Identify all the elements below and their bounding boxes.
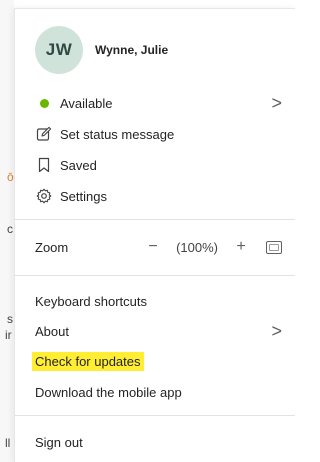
download-mobile-app-label: Download the mobile app — [35, 384, 182, 400]
status-label: Available — [60, 95, 113, 111]
settings-item[interactable]: Settings — [35, 182, 282, 210]
status-item[interactable]: Available > — [35, 89, 282, 117]
divider — [15, 275, 295, 276]
zoom-in-button[interactable]: + — [232, 238, 250, 256]
set-status-message-label: Set status message — [60, 126, 175, 142]
screenshot: ō c s ir ll JW Wynne, Julie Available > … — [0, 0, 295, 462]
status-available-icon — [35, 94, 53, 112]
about-item[interactable]: About > — [35, 317, 282, 345]
bookmark-icon — [35, 156, 53, 174]
background-text: ō — [7, 170, 14, 184]
zoom-label: Zoom — [35, 239, 69, 255]
background-text: ir — [5, 328, 12, 342]
saved-label: Saved — [60, 157, 97, 173]
profile-menu: JW Wynne, Julie Available > Set status m… — [14, 8, 295, 462]
zoom-out-button[interactable]: − — [144, 238, 162, 256]
profile-name: Wynne, Julie — [95, 43, 169, 57]
zoom-row: Zoom − (100%) + — [35, 235, 282, 259]
sign-out-item[interactable]: Sign out — [35, 428, 282, 456]
fit-to-screen-icon[interactable] — [266, 240, 282, 254]
edit-icon — [35, 125, 53, 143]
profile-header: JW Wynne, Julie — [35, 26, 168, 74]
keyboard-shortcuts-item[interactable]: Keyboard shortcuts — [35, 287, 282, 315]
settings-label: Settings — [60, 188, 107, 204]
background-text: c — [7, 222, 13, 236]
gear-icon — [35, 187, 53, 205]
check-for-updates-item[interactable]: Check for updates — [32, 347, 282, 375]
sign-out-label: Sign out — [35, 434, 83, 450]
saved-item[interactable]: Saved — [35, 151, 282, 179]
background-app-strip: ō c s ir ll — [0, 0, 14, 462]
background-text: ll — [5, 436, 11, 450]
download-mobile-app-item[interactable]: Download the mobile app — [35, 378, 282, 406]
chevron-right-icon: > — [271, 321, 282, 341]
avatar-initials: JW — [45, 40, 73, 59]
divider — [15, 415, 295, 416]
keyboard-shortcuts-label: Keyboard shortcuts — [35, 293, 148, 309]
avatar[interactable]: JW — [35, 26, 83, 74]
chevron-right-icon: > — [271, 93, 282, 113]
check-for-updates-label: Check for updates — [32, 351, 144, 371]
about-label: About — [35, 323, 69, 339]
set-status-message-item[interactable]: Set status message — [35, 120, 282, 148]
divider — [15, 219, 295, 220]
background-text: s — [7, 312, 13, 326]
zoom-value: (100%) — [176, 239, 218, 255]
